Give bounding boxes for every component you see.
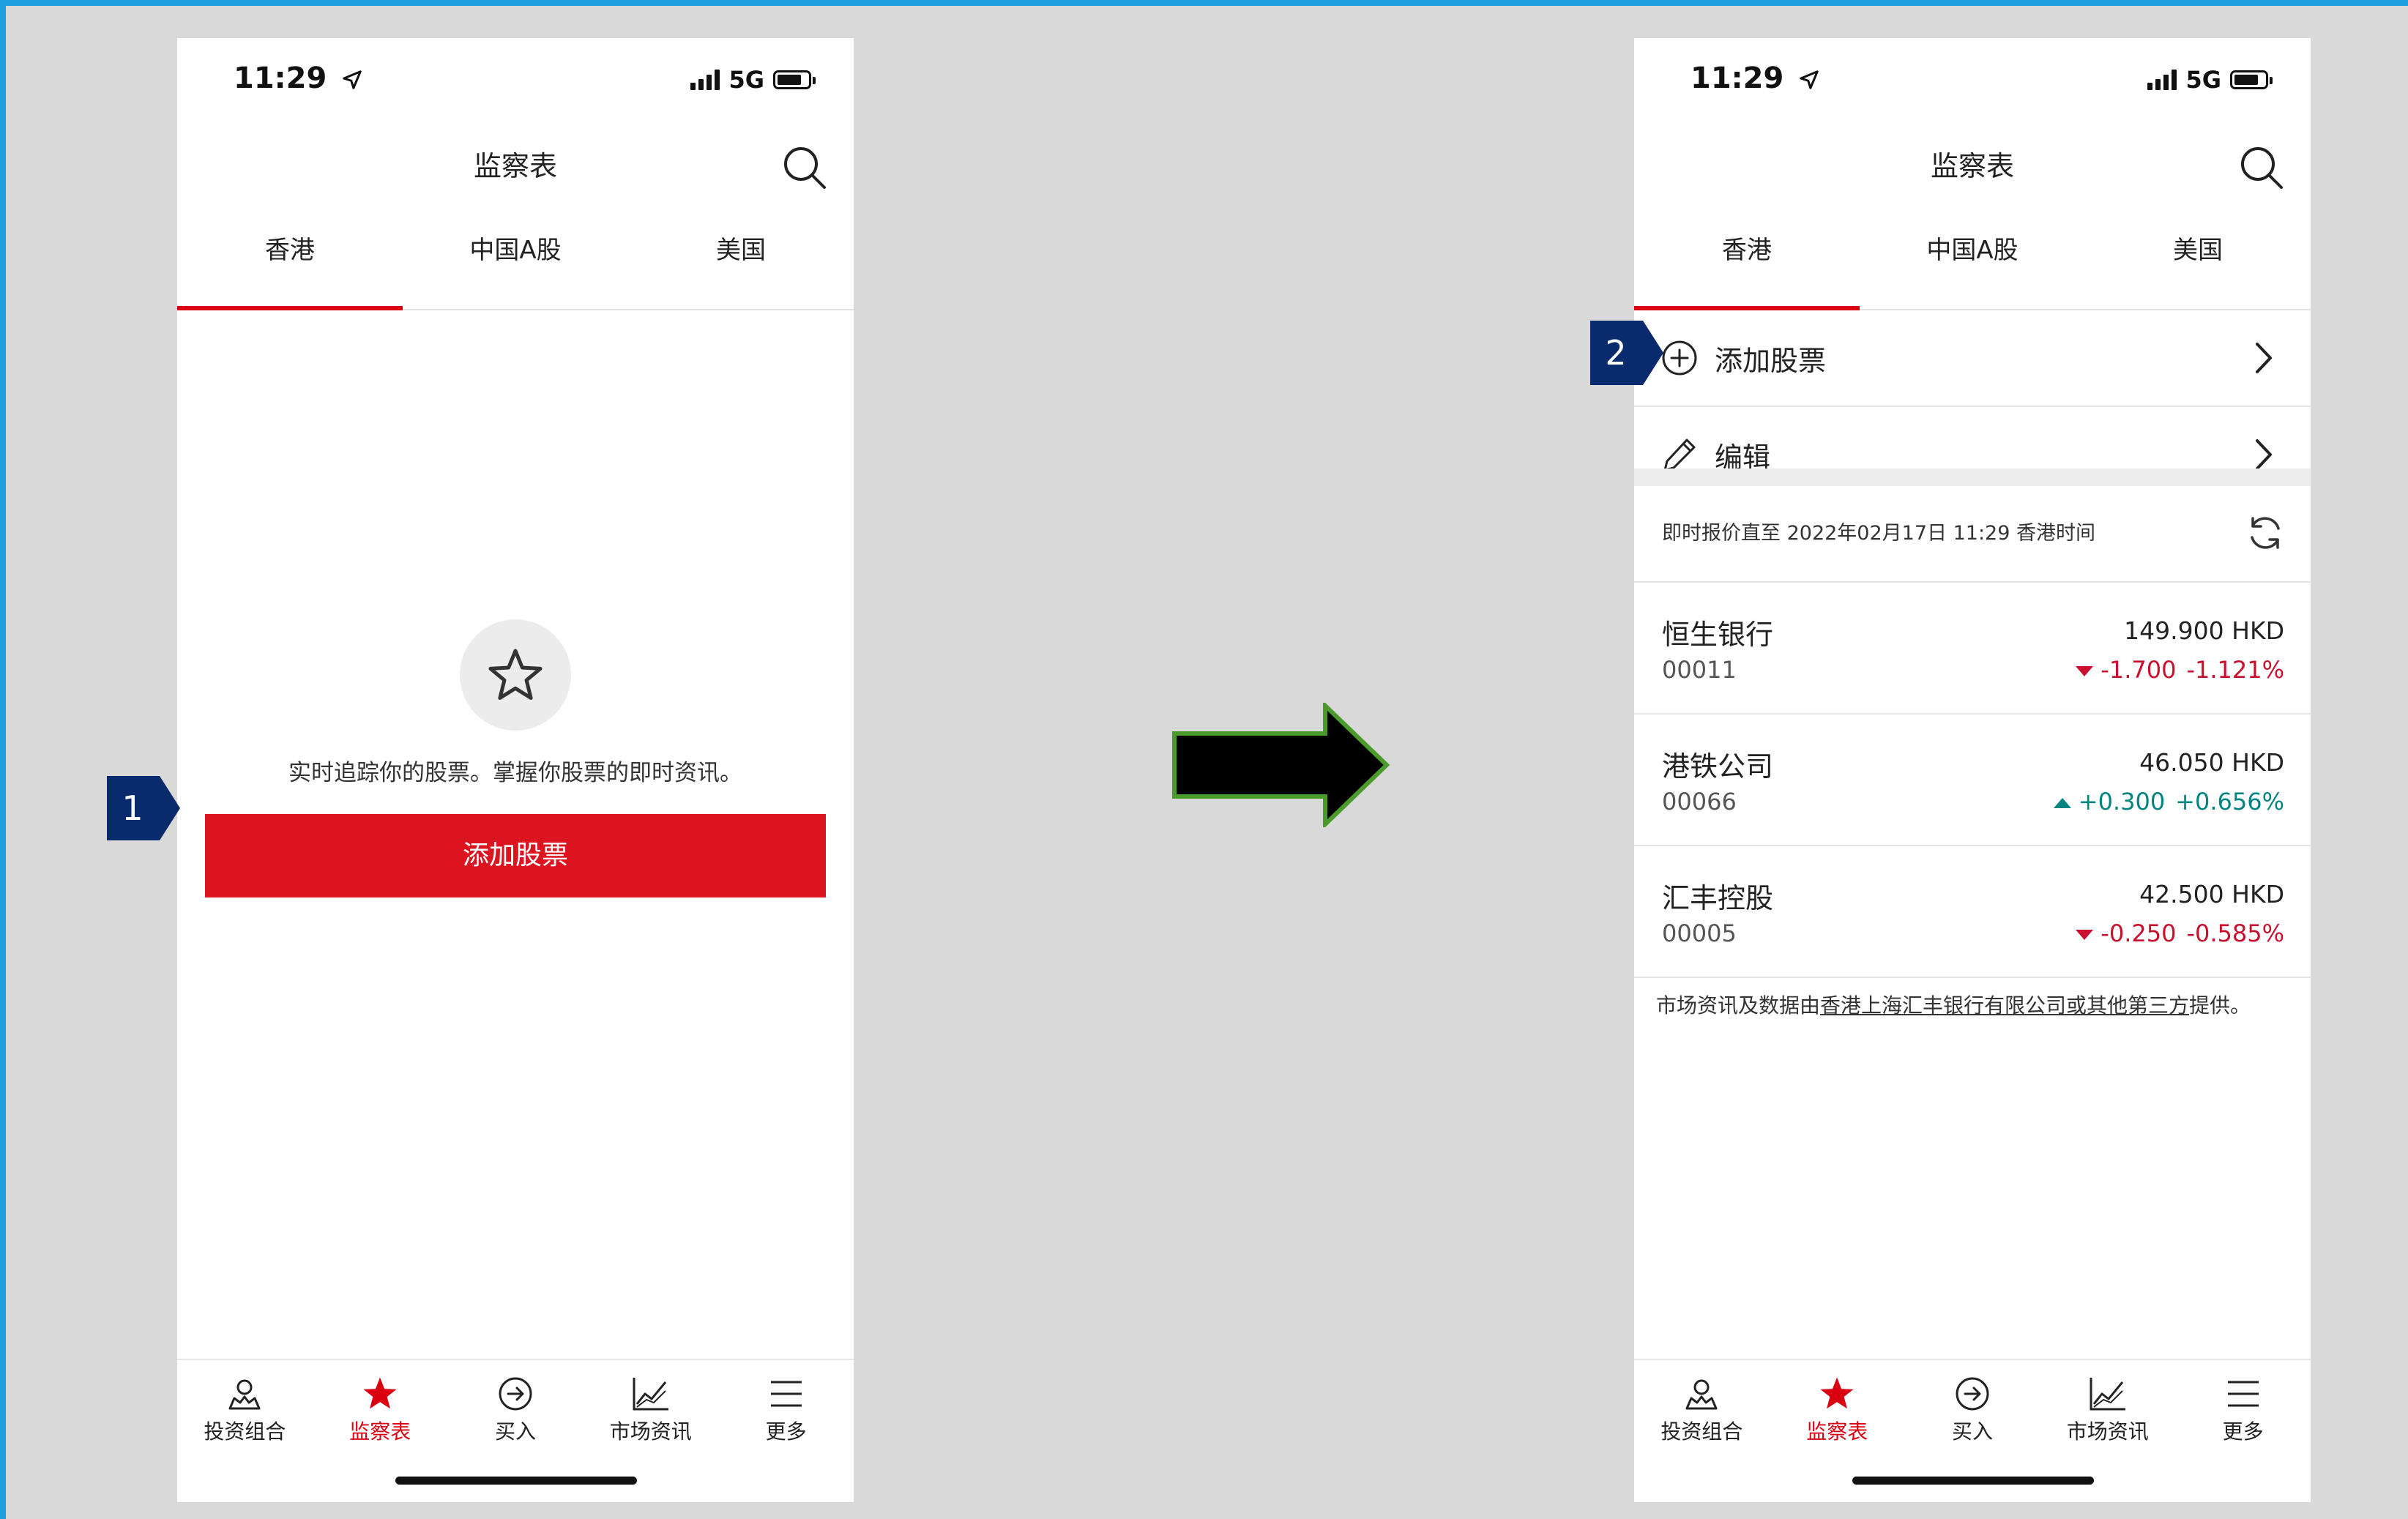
battery-icon (773, 70, 816, 89)
tab-china-a-shares[interactable]: 中国A股 (403, 214, 628, 309)
portfolio-icon (1685, 1379, 1718, 1410)
tabbar-item-more[interactable]: 更多 (2175, 1360, 2311, 1502)
quote-timestamp: 即时报价直至 2022年02月17日 11:29 香港时间 (1662, 522, 2095, 545)
change-percent: +0.656% (2175, 788, 2284, 816)
chevron-right-icon (2256, 343, 2272, 373)
tabbar-label: 监察表 (349, 1419, 411, 1444)
change-value: +0.300 (2078, 788, 2166, 816)
market-tabs: 香港 中国A股 美国 (177, 214, 854, 310)
change-value: -0.250 (2101, 919, 2177, 947)
tabbar-item-portfolio[interactable]: 投资组合 (177, 1360, 313, 1502)
arrow-circle-icon (1956, 1377, 1989, 1411)
tab-hong-kong[interactable]: 香港 (177, 214, 403, 310)
location-arrow-icon (1800, 70, 1819, 89)
nav-header: 监察表 (1634, 133, 2311, 199)
stock-change: -0.250 -0.585% (2076, 919, 2284, 947)
chevron-right-icon (2256, 439, 2272, 470)
tabbar-label: 更多 (2222, 1419, 2264, 1444)
portfolio-icon (228, 1379, 261, 1410)
status-time: 11:29 (1691, 61, 1784, 95)
chart-line-icon (2090, 1378, 2125, 1411)
tab-hong-kong[interactable]: 香港 (1634, 214, 1860, 310)
empty-state-message: 实时追踪你的股票。掌握你股票的即时资讯。 (288, 760, 742, 786)
signal-icon (690, 70, 720, 90)
stock-code: 00005 (1662, 919, 1737, 947)
tabbar-label: 更多 (765, 1419, 807, 1444)
page-title: 监察表 (473, 150, 557, 182)
location-arrow-icon (343, 70, 362, 89)
tabbar-label: 监察表 (1806, 1419, 1868, 1444)
star-filled-icon (363, 1377, 397, 1409)
tabbar-label: 投资组合 (1660, 1419, 1743, 1444)
callout-marker-1: 1 (107, 776, 180, 840)
plus-circle-icon (1662, 340, 1697, 376)
stock-name: 港铁公司 (1662, 750, 1774, 783)
tabbar-label: 市场资讯 (2066, 1419, 2149, 1444)
tabbar-item-more[interactable]: 更多 (718, 1360, 854, 1502)
search-icon[interactable] (2239, 145, 2284, 190)
left-phone-screen: 11:29 5G 监察表 香港 中国A股 美国 实时追踪你的股票。掌握你股票的即… (177, 38, 854, 1502)
stock-change: -1.700 -1.121% (2076, 656, 2284, 684)
up-triangle-icon (2053, 798, 2071, 808)
tab-us[interactable]: 美国 (628, 214, 854, 309)
stock-change: +0.300 +0.656% (2053, 788, 2284, 816)
quote-timestamp-bar: 即时报价直至 2022年02月17日 11:29 香港时间 (1634, 486, 2311, 583)
change-percent: -1.121% (2186, 656, 2284, 684)
stock-code: 00066 (1662, 788, 1737, 816)
empty-state-badge (460, 619, 571, 731)
signal-icon (2147, 70, 2177, 90)
callout-marker-2: 2 (1590, 321, 1663, 385)
arrow-circle-icon (499, 1377, 532, 1411)
change-percent: -0.585% (2186, 919, 2284, 947)
add-stock-button[interactable]: 添加股票 (205, 814, 826, 897)
stock-row[interactable]: 恒生银行 00011 149.900 HKD -1.700 -1.121% (1634, 583, 2311, 714)
tabbar-item-portfolio[interactable]: 投资组合 (1634, 1360, 1770, 1502)
data-source-footnote: 市场资讯及数据由香港上海汇丰银行有限公司或其他第三方提供。 (1656, 993, 2251, 1018)
stock-row[interactable]: 汇丰控股 00005 42.500 HKD -0.250 -0.585% (1634, 846, 2311, 978)
right-phone-screen: 11:29 5G 监察表 香港 中国A股 美国 添加股票 编辑 即时报价直至 2… (1634, 38, 2311, 1502)
page-title: 监察表 (1930, 150, 2014, 182)
search-icon[interactable] (782, 145, 827, 190)
stock-row[interactable]: 港铁公司 00066 46.050 HKD +0.300 +0.656% (1634, 714, 2311, 846)
status-time: 11:29 (234, 61, 327, 95)
down-triangle-icon (2076, 666, 2094, 676)
change-value: -1.700 (2101, 656, 2177, 684)
add-stock-label: 添加股票 (1715, 344, 1827, 377)
stock-name: 汇丰控股 (1662, 882, 1774, 914)
status-bar: 11:29 5G (1634, 38, 2311, 126)
star-filled-icon (1820, 1377, 1854, 1409)
tabbar-label: 投资组合 (204, 1419, 286, 1444)
stock-price: 42.500 HKD (2139, 880, 2284, 908)
menu-icon (2227, 1381, 2259, 1407)
nav-header: 监察表 (177, 133, 854, 199)
flow-arrow-icon (1172, 703, 1390, 827)
status-bar: 11:29 5G (177, 38, 854, 126)
section-divider (1634, 469, 2311, 486)
network-label: 5G (728, 66, 764, 94)
market-tabs: 香港 中国A股 美国 (1634, 214, 2311, 310)
battery-icon (2230, 70, 2273, 89)
tab-china-a-shares[interactable]: 中国A股 (1860, 214, 2085, 309)
stock-price: 46.050 HKD (2139, 748, 2284, 777)
bank-link[interactable]: 香港上海汇丰银行有限公司或其他第三方 (1820, 993, 2189, 1018)
callout-number: 2 (1605, 333, 1627, 373)
chart-line-icon (633, 1378, 668, 1411)
refresh-icon[interactable] (2245, 512, 2286, 553)
home-indicator (1852, 1477, 2094, 1485)
home-indicator (395, 1477, 637, 1485)
stock-name: 恒生银行 (1662, 619, 1774, 651)
callout-number: 1 (122, 788, 143, 828)
add-stock-row[interactable]: 添加股票 (1634, 310, 2311, 407)
tab-us[interactable]: 美国 (2085, 214, 2311, 309)
tabbar-label: 买入 (1951, 1419, 1993, 1444)
stock-code: 00011 (1662, 656, 1737, 684)
stock-price: 149.900 HKD (2124, 616, 2284, 645)
tabbar-label: 买入 (494, 1419, 536, 1444)
down-triangle-icon (2076, 930, 2094, 940)
star-outline-icon (488, 649, 543, 701)
tabbar-label: 市场资讯 (609, 1419, 692, 1444)
menu-icon (770, 1381, 802, 1407)
network-label: 5G (2185, 66, 2221, 94)
